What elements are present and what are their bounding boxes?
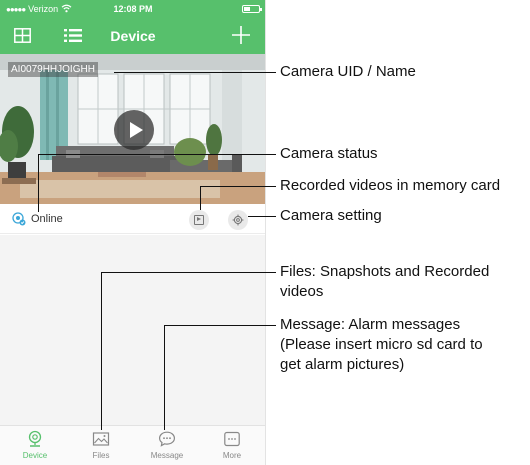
message-callout-drop	[164, 325, 165, 430]
recorded-videos-button[interactable]	[189, 210, 209, 230]
tab-label: More	[222, 451, 242, 460]
files-callout-drop	[101, 272, 102, 430]
add-icon[interactable]	[230, 24, 252, 46]
tab-device[interactable]: Device	[10, 430, 60, 460]
status-callout-text: Camera status	[280, 145, 378, 162]
tab-bar: Device Files Message More	[0, 425, 265, 465]
status-bar: ●●●●● Verizon 12:08 PM	[0, 0, 265, 18]
message-callout-line-1: Message: Alarm messages	[280, 316, 461, 333]
camera-preview[interactable]: AI0079HHJOIGHH	[0, 54, 265, 204]
online-status-icon	[12, 212, 26, 226]
message-callout-line	[164, 325, 276, 326]
uid-callout-line	[114, 72, 276, 73]
chat-bubble-icon	[158, 430, 176, 448]
carrier-name: Verizon	[28, 4, 59, 14]
camera-status-row: Online	[0, 204, 265, 234]
files-callout-line-1: Files: Snapshots and Recorded	[280, 263, 490, 280]
webcam-icon	[26, 430, 44, 448]
tab-label: Device	[22, 451, 48, 460]
more-icon	[223, 430, 241, 448]
message-callout-text: Message: Alarm messages (Please insert m…	[280, 315, 483, 375]
camera-status-text: Online	[31, 213, 63, 225]
files-callout-text: Files: Snapshots and Recorded videos	[280, 262, 489, 302]
recorded-callout-text: Recorded videos in memory card	[280, 177, 501, 194]
play-button[interactable]	[114, 110, 154, 150]
tab-label: Message	[150, 451, 184, 460]
tab-label: Files	[92, 451, 110, 460]
setting-callout-text: Camera setting	[280, 207, 382, 224]
gear-icon	[232, 214, 244, 226]
page-title: Device	[110, 28, 156, 44]
wifi-icon	[61, 4, 72, 15]
tab-more[interactable]: More	[207, 430, 257, 460]
tab-message[interactable]: Message	[142, 430, 192, 460]
phone-screen: ●●●●● Verizon 12:08 PM Device AI0079HHJO…	[0, 0, 266, 465]
uid-callout-text: Camera UID / Name	[280, 63, 416, 80]
recorded-callout-line	[200, 186, 276, 187]
nav-bar: Device	[0, 18, 265, 54]
message-callout-line-2: (Please insert micro sd card to	[280, 336, 483, 353]
carrier-group: ●●●●● Verizon	[6, 4, 72, 15]
camera-uid-label: AI0079HHJOIGHH	[8, 62, 98, 77]
signal-dots: ●●●●●	[6, 4, 26, 14]
image-icon	[92, 430, 110, 448]
device-list-area	[0, 235, 265, 425]
status-callout-line	[38, 154, 276, 155]
setting-callout-line	[248, 216, 276, 217]
recorded-callout-drop	[200, 186, 201, 210]
message-callout-line-3: get alarm pictures)	[280, 356, 405, 373]
battery-icon	[242, 5, 262, 13]
files-callout-line	[101, 272, 276, 273]
status-callout-drop	[38, 154, 39, 212]
tab-files[interactable]: Files	[76, 430, 126, 460]
files-callout-line-2: videos	[280, 283, 324, 300]
camera-setting-button[interactable]	[228, 210, 248, 230]
